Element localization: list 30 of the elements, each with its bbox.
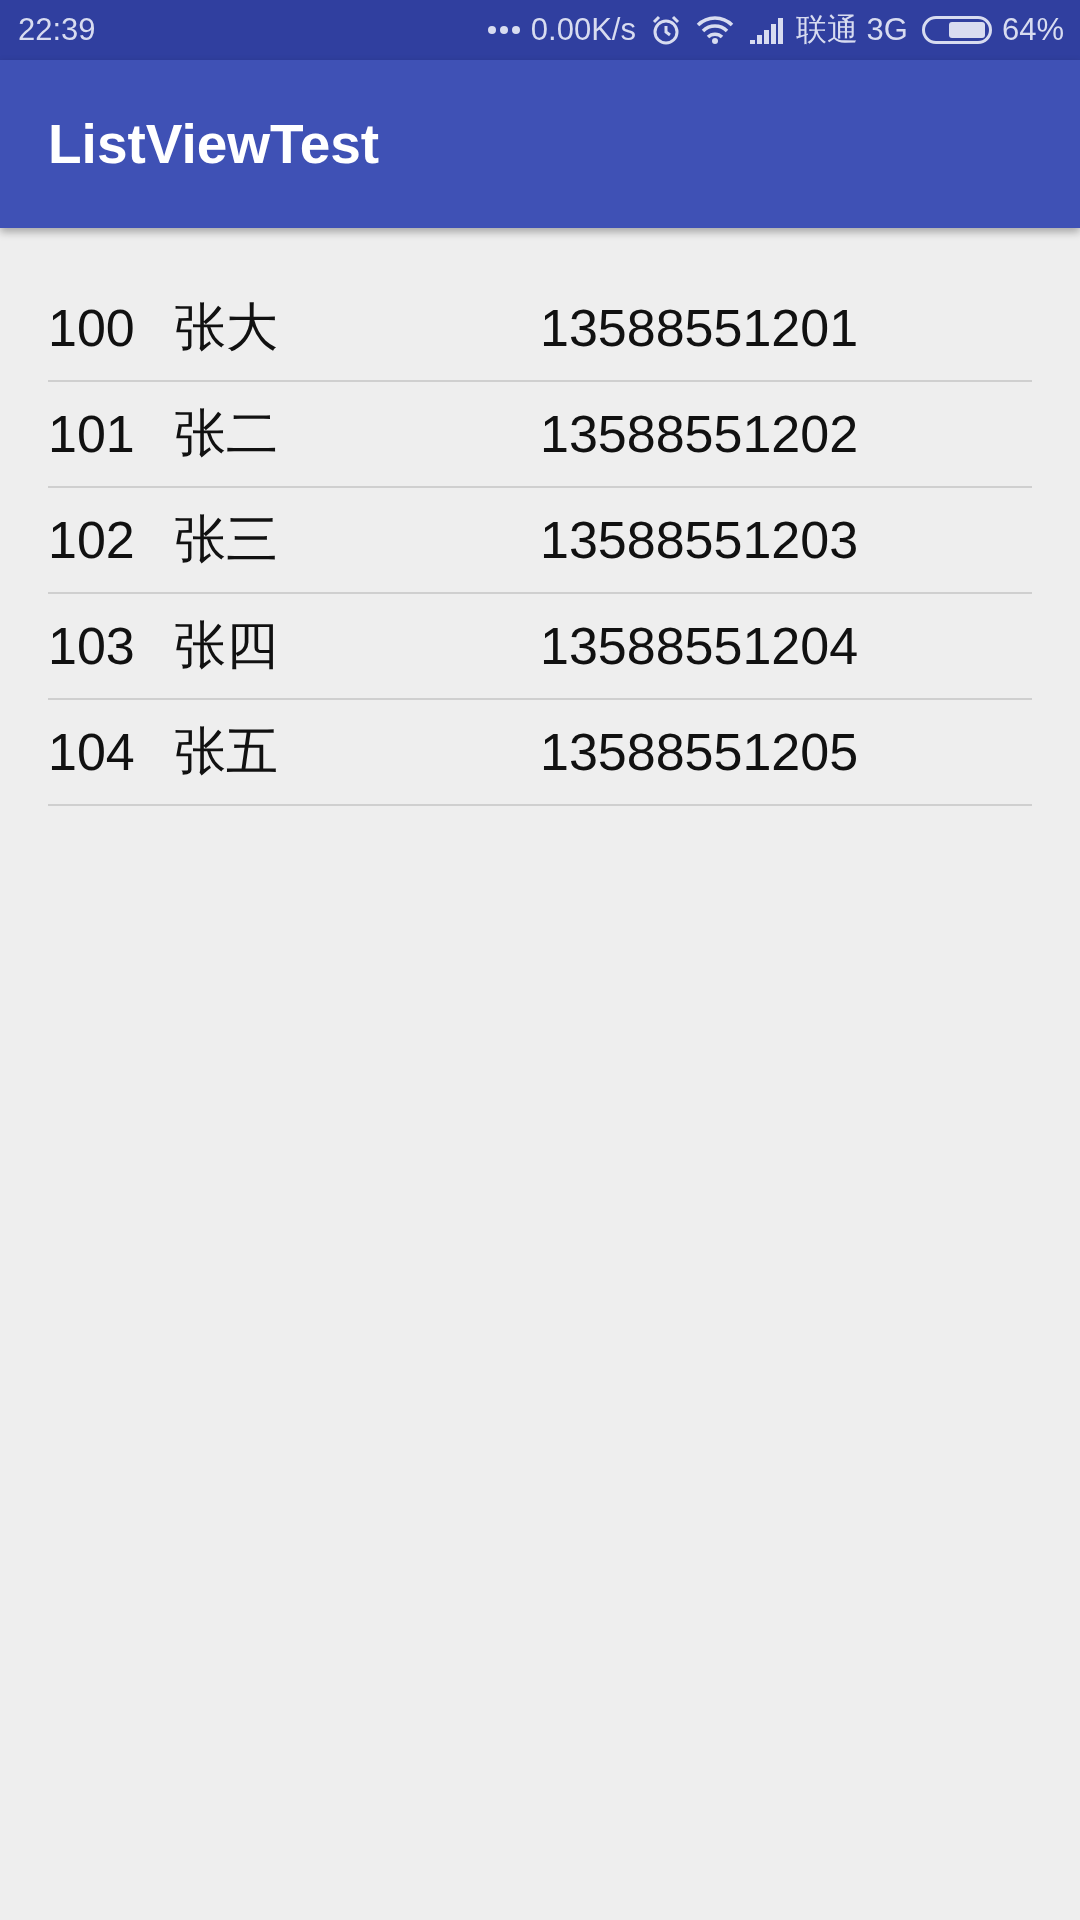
phone-number: 13588551203: [540, 510, 859, 570]
list-item[interactable]: 101 张二 13588551202: [48, 382, 1032, 488]
phone-number: 13588551202: [540, 404, 859, 464]
battery-icon: [921, 16, 992, 44]
item-name: 张三: [174, 508, 279, 571]
item-id: 101: [48, 404, 136, 464]
item-id: 102: [48, 510, 136, 570]
carrier-label: 联通 3G: [796, 11, 908, 49]
phone-number: 13588551205: [540, 722, 859, 782]
alarm-clock-icon: [650, 14, 682, 46]
wifi-icon: [696, 16, 734, 44]
app-title: ListViewTest: [48, 112, 380, 176]
phone-number: 13588551204: [540, 616, 859, 676]
list-item[interactable]: 104 张五 13588551205: [48, 700, 1032, 806]
item-name: 张二: [174, 402, 279, 465]
item-id: 104: [48, 722, 136, 782]
clock-time: 22:39: [18, 12, 96, 48]
item-name: 张五: [174, 720, 279, 783]
phone-number: 13588551201: [540, 298, 859, 358]
item-name: 张大: [174, 296, 279, 359]
item-id: 100: [48, 298, 136, 358]
network-speed: 0.00K/s: [530, 12, 636, 48]
signal-icon: [748, 16, 786, 44]
item-id: 103: [48, 616, 136, 676]
list-item[interactable]: 100 张大 13588551201: [48, 276, 1032, 382]
battery-percent: 64%: [1001, 12, 1064, 48]
list-item[interactable]: 102 张三 13588551203: [48, 488, 1032, 594]
item-name: 张四: [174, 614, 279, 677]
more-icon: [486, 25, 521, 35]
list-item[interactable]: 103 张四 13588551204: [48, 594, 1032, 700]
